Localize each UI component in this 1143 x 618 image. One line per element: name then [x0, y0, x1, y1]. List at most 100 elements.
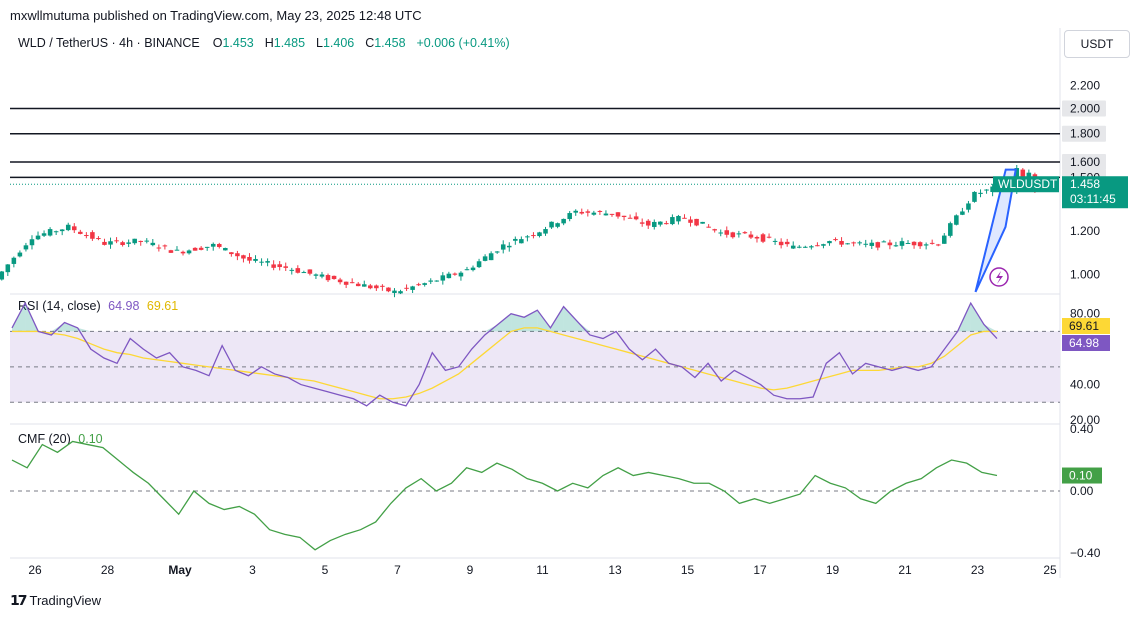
footer: 𝟭𝟳 TradingView [10, 592, 101, 609]
candle-body [507, 245, 512, 248]
candle-body [452, 273, 458, 275]
candle-body [35, 235, 41, 240]
candle-body [960, 211, 965, 215]
candle-body [597, 210, 603, 212]
candle-body [809, 246, 814, 248]
rsi-title: RSI (14, close) [18, 299, 101, 313]
rsi-ma-tag-label: 69.61 [1069, 319, 1099, 333]
candle-body [664, 223, 669, 225]
candle-body [53, 231, 59, 233]
candle-body [549, 221, 554, 228]
level-tag-label: 1.500 [1070, 170, 1100, 184]
candle-body [271, 264, 276, 268]
tradingview-logo-icon: 𝟭𝟳 [10, 592, 28, 608]
cmf-line [11, 440, 998, 551]
candle-body [355, 283, 361, 287]
change-value: +0.006 (+0.41%) [416, 36, 510, 50]
candle-body [670, 217, 675, 225]
candle-body [446, 273, 452, 279]
countdown-label: 03:11:45 [1070, 192, 1116, 206]
close-label: C [365, 36, 375, 50]
price-tick-label: 2.200 [1070, 79, 1100, 93]
last-price-value: 1.458 [1070, 177, 1100, 191]
high-value: 1.485 [273, 36, 306, 50]
symbol-price-tag [993, 176, 1059, 193]
symbol-label: WLD / TetherUS · 4h · BINANCE [18, 36, 200, 50]
candle-body [525, 236, 530, 238]
candle-body [422, 283, 427, 285]
candle-body [162, 245, 168, 247]
currency-button[interactable]: USDT [1064, 30, 1130, 58]
candle-body [488, 253, 494, 261]
level-tag [1062, 153, 1106, 170]
high-label: H [264, 36, 274, 50]
lightning-glyph [996, 271, 1003, 284]
candle-body [102, 241, 107, 245]
candle-body [984, 189, 989, 191]
rsi-tick-label: 40.00 [1070, 378, 1100, 392]
candle-body [948, 223, 953, 236]
candle-body [150, 242, 156, 246]
candle-body [1032, 174, 1038, 185]
time-tick-label: 11 [536, 563, 549, 577]
time-tick-label: 21 [898, 563, 912, 577]
candle-body [259, 261, 264, 263]
candle-body [621, 215, 627, 218]
candle-body [543, 229, 548, 234]
candle-body [513, 238, 518, 241]
price-tick-label: 1.000 [1070, 268, 1100, 282]
candle-body [652, 221, 657, 227]
rsi-overbought-fill [957, 303, 971, 332]
candle-body [561, 218, 566, 224]
cmf-legend-value: 0.10 [78, 432, 103, 446]
candle-body [440, 275, 446, 281]
candle-body [47, 229, 53, 236]
rsi-band-fill [10, 331, 1060, 403]
time-tick-label: 26 [28, 563, 42, 577]
level-tag [1062, 125, 1106, 142]
candle-body [754, 236, 760, 239]
candle-body [730, 232, 736, 238]
candle-body [627, 217, 633, 219]
candle-body [404, 287, 409, 289]
time-tick-label: 15 [681, 563, 695, 577]
rsi-legend: RSI (14, close) 64.98 69.61 [18, 299, 178, 313]
cmf-tick-label: 0.40 [1070, 422, 1094, 436]
candle-body [416, 284, 421, 286]
rsi-overbought-fill [77, 327, 91, 332]
candle-body [398, 291, 403, 294]
candle-body [839, 241, 844, 245]
candle-body [935, 244, 941, 246]
candle-body [766, 236, 772, 238]
time-tick-label: 9 [467, 563, 474, 577]
time-tick-label: May [168, 563, 192, 577]
candle-body [295, 268, 301, 273]
rsi-overbought-fill [970, 303, 984, 332]
candle-body [168, 250, 174, 253]
time-tick-label: 25 [1043, 563, 1057, 577]
candle-body [235, 253, 240, 257]
candle-body [748, 234, 754, 238]
candle-body [29, 239, 35, 246]
candle-body [126, 242, 131, 244]
candle-body [778, 241, 784, 246]
candle-body [301, 272, 307, 274]
rsi-overbought-fill [497, 313, 512, 332]
candle-body [210, 243, 216, 247]
rsi-overbought-fill [51, 322, 65, 332]
candle-body [78, 231, 83, 234]
candle-body [289, 269, 295, 271]
candle-body [186, 250, 192, 254]
candle-body [72, 226, 77, 231]
cmf-tick-label: −0.40 [1070, 546, 1101, 560]
candle-body [579, 211, 585, 214]
candle-body [718, 232, 723, 234]
candle-body [531, 235, 536, 237]
candle-body [1026, 172, 1032, 180]
cmf-tag [1062, 467, 1102, 484]
candle-body [905, 242, 911, 244]
candle-body [706, 226, 711, 228]
candle-body [591, 212, 597, 215]
candle-body [108, 241, 113, 245]
candle-body [658, 221, 663, 225]
